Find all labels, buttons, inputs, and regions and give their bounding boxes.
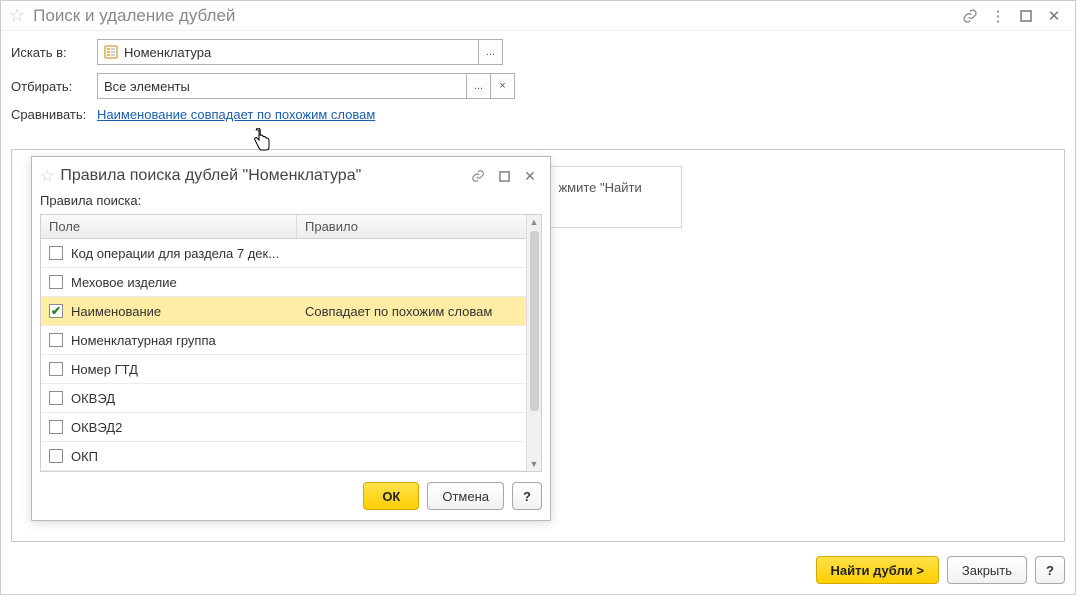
row-filter: Отбирать: Все элементы ... × <box>11 73 1065 99</box>
rules-grid: Поле Правило Код операции для раздела 7 … <box>40 214 542 472</box>
rules-dialog: ☆ Правила поиска дублей "Номенклатура" ✕… <box>31 156 551 521</box>
row-field-label: Наименование <box>71 304 161 319</box>
row-field-label: ОКВЭД <box>71 391 115 406</box>
grid-row[interactable]: ОКВЭД <box>41 384 526 413</box>
find-duplicates-button[interactable]: Найти дубли > <box>816 556 939 584</box>
favorite-star-icon[interactable]: ☆ <box>9 5 25 26</box>
link-icon[interactable] <box>957 5 983 27</box>
scroll-down-icon[interactable]: ▼ <box>528 457 541 471</box>
more-icon[interactable]: ⋮ <box>985 5 1011 27</box>
grid-row[interactable]: Код операции для раздела 7 дек... <box>41 239 526 268</box>
dialog-footer: ОК Отмена ? <box>32 472 550 520</box>
row-checkbox[interactable] <box>49 449 63 463</box>
search-in-value: Номенклатура <box>124 45 211 60</box>
grid-row[interactable]: ОКВЭД2 <box>41 413 526 442</box>
dialog-cancel-button[interactable]: Отмена <box>427 482 504 510</box>
row-checkbox[interactable] <box>49 275 63 289</box>
row-field-label: Код операции для раздела 7 дек... <box>71 246 279 261</box>
row-field-label: Номер ГТД <box>71 362 138 377</box>
grid-row[interactable]: Номенклатурная группа <box>41 326 526 355</box>
close-button[interactable]: Закрыть <box>947 556 1027 584</box>
help-button[interactable]: ? <box>1035 556 1065 584</box>
filter-clear-button[interactable]: × <box>491 73 515 99</box>
row-field-label: ОКП <box>71 449 98 464</box>
row-rule-label: Совпадает по похожим словам <box>297 304 526 319</box>
row-checkbox[interactable] <box>49 333 63 347</box>
dialog-title: Правила поиска дублей "Номенклатура" <box>60 167 361 185</box>
row-checkbox[interactable] <box>49 246 63 260</box>
dialog-link-icon[interactable] <box>466 166 490 186</box>
grid-header: Поле Правило <box>41 215 526 239</box>
dialog-titlebar: ☆ Правила поиска дублей "Номенклатура" ✕ <box>32 157 550 191</box>
filter-value: Все элементы <box>104 79 190 94</box>
label-search-in: Искать в: <box>11 45 97 60</box>
search-in-picker-button[interactable]: ... <box>479 39 503 65</box>
grid-row[interactable]: Номер ГТД <box>41 355 526 384</box>
col-header-rule[interactable]: Правило <box>297 215 526 238</box>
filter-field[interactable]: Все элементы <box>97 73 467 99</box>
row-field-label: ОКВЭД2 <box>71 420 122 435</box>
dialog-help-button[interactable]: ? <box>512 482 542 510</box>
filter-picker-button[interactable]: ... <box>467 73 491 99</box>
grid-row[interactable]: Меховое изделие <box>41 268 526 297</box>
search-in-field[interactable]: Номенклатура <box>97 39 479 65</box>
form-area: Искать в: Номенклатура ... Отбирать: Все… <box>1 31 1075 122</box>
compare-link[interactable]: Наименование совпадает по похожим словам <box>97 107 375 122</box>
scroll-up-icon[interactable]: ▲ <box>528 215 541 229</box>
grid-row[interactable]: ✔ Наименование Совпадает по похожим словам <box>41 297 526 326</box>
row-field-label: Меховое изделие <box>71 275 177 290</box>
dialog-subtitle: Правила поиска: <box>32 191 550 212</box>
maximize-icon[interactable] <box>1013 5 1039 27</box>
row-checkbox[interactable] <box>49 362 63 376</box>
main-titlebar: ☆ Поиск и удаление дублей ⋮ ✕ <box>1 1 1075 31</box>
grid-scrollbar[interactable]: ▲ ▼ <box>526 215 541 471</box>
close-icon[interactable]: ✕ <box>1041 5 1067 27</box>
footer: Найти дубли > Закрыть ? <box>816 556 1065 584</box>
label-filter: Отбирать: <box>11 79 97 94</box>
row-field-label: Номенклатурная группа <box>71 333 216 348</box>
dialog-favorite-star-icon[interactable]: ☆ <box>40 166 54 186</box>
dialog-maximize-icon[interactable] <box>492 166 516 186</box>
main-window: ☆ Поиск и удаление дублей ⋮ ✕ Искать в: … <box>0 0 1076 595</box>
row-checkbox[interactable]: ✔ <box>49 304 63 318</box>
row-search-in: Искать в: Номенклатура ... <box>11 39 1065 65</box>
grid-body: Код операции для раздела 7 дек... Меховое… <box>41 239 526 471</box>
col-header-field[interactable]: Поле <box>41 215 297 238</box>
main-window-title: Поиск и удаление дублей <box>33 6 235 26</box>
scroll-thumb[interactable] <box>530 231 539 411</box>
dialog-ok-button[interactable]: ОК <box>363 482 419 510</box>
row-checkbox[interactable] <box>49 420 63 434</box>
row-checkbox[interactable] <box>49 391 63 405</box>
label-compare: Сравнивать: <box>11 107 97 122</box>
grid-row[interactable]: ОКП <box>41 442 526 471</box>
catalog-icon <box>104 45 118 59</box>
dialog-close-icon[interactable]: ✕ <box>518 166 542 186</box>
row-compare: Сравнивать: Наименование совпадает по по… <box>11 107 1065 122</box>
